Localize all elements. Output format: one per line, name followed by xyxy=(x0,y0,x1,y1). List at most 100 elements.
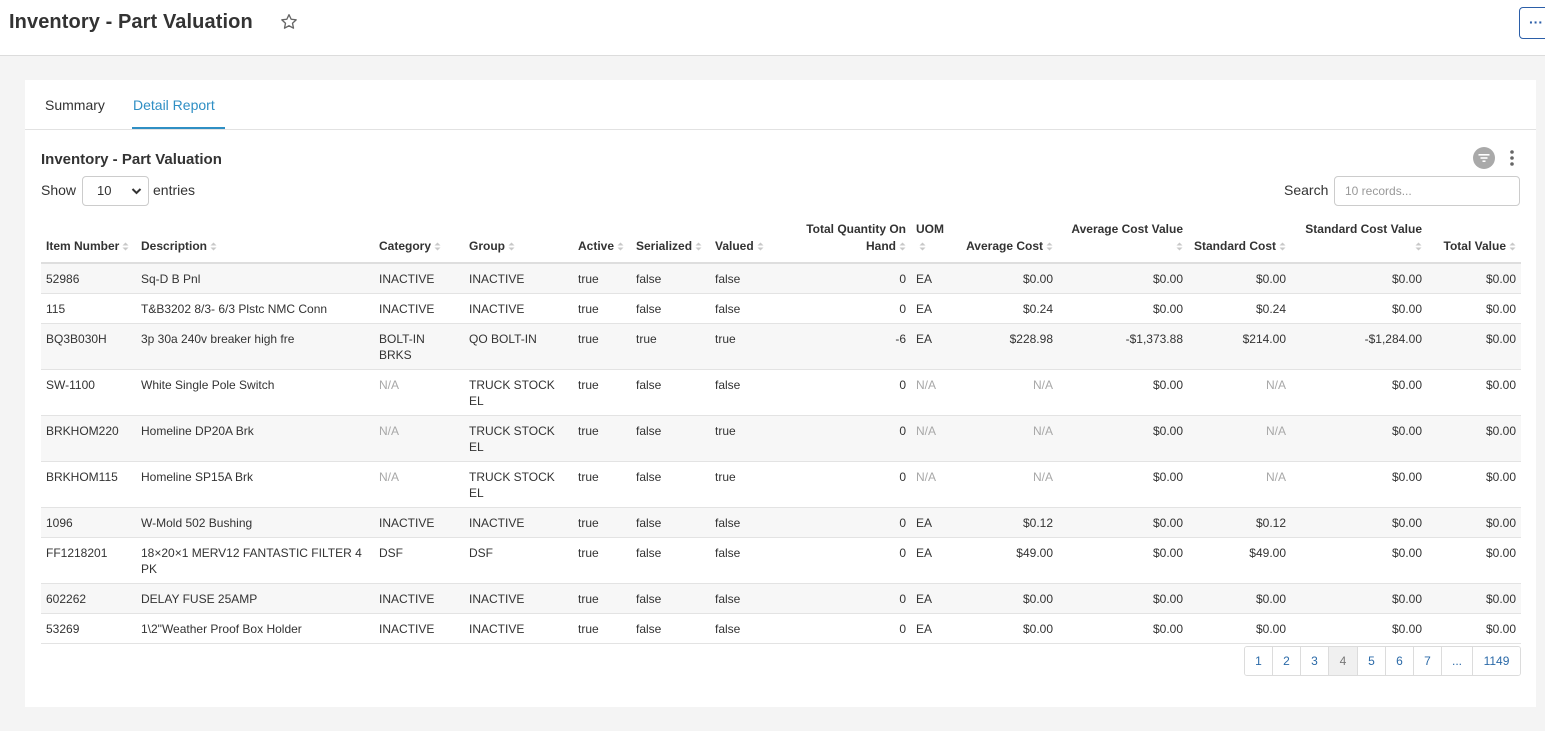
column-header[interactable]: Standard Cost xyxy=(1188,218,1291,264)
table-cell: -6 xyxy=(784,323,911,370)
table-cell: Homeline DP20A Brk xyxy=(136,415,374,462)
table-cell: $0.00 xyxy=(1427,461,1521,508)
table-row[interactable]: BQ3B030H 3p 30a 240v breaker high fre BOLT… xyxy=(41,323,1521,370)
table-cell: $0.12 xyxy=(956,507,1058,538)
page-button[interactable]: 7 xyxy=(1414,647,1442,675)
page-button[interactable]: 4 xyxy=(1329,647,1358,675)
tab-detail-report[interactable]: Detail Report xyxy=(133,97,215,113)
table-cell: $49.00 xyxy=(1188,537,1291,584)
table-row[interactable]: SW-1100 White Single Pole Switch N/A TRUCK … xyxy=(41,369,1521,416)
active-tab-indicator xyxy=(132,127,225,129)
search-input[interactable] xyxy=(1334,176,1520,206)
table-cell: 52986 xyxy=(41,263,136,294)
table-cell: INACTIVE xyxy=(374,263,464,294)
table-cell: INACTIVE xyxy=(464,613,573,644)
show-label: Show xyxy=(41,182,77,198)
star-icon[interactable] xyxy=(279,12,299,32)
column-header[interactable]: Total Quantity On Hand xyxy=(784,218,911,264)
table-cell: 0 xyxy=(784,293,911,324)
sort-icon xyxy=(1046,242,1053,251)
table-cell: N/A xyxy=(956,415,1058,462)
sort-icon xyxy=(210,242,217,251)
table-cell: false xyxy=(631,293,710,324)
column-header[interactable]: Serialized xyxy=(631,218,710,264)
table-cell: 0 xyxy=(784,507,911,538)
column-header[interactable]: Average Cost xyxy=(956,218,1058,264)
table-cell: 0 xyxy=(784,537,911,584)
column-header[interactable]: Group xyxy=(464,218,573,264)
table-cell: TRUCK STOCK EL xyxy=(464,369,573,416)
page-title: Inventory - Part Valuation xyxy=(9,11,253,33)
table-cell: DSF xyxy=(374,537,464,584)
entries-select-value: 10 xyxy=(97,183,112,198)
table-cell: true xyxy=(573,537,631,584)
table-cell: N/A xyxy=(911,369,956,416)
table-cell: INACTIVE xyxy=(374,613,464,644)
top-bar: Inventory - Part Valuation ··· xyxy=(0,0,1545,56)
table-row[interactable]: 115 T&B3202 8/3- 6/3 Plstc NMC Conn INACTI… xyxy=(41,293,1521,324)
page-button[interactable]: 3 xyxy=(1301,647,1329,675)
tab-summary[interactable]: Summary xyxy=(45,97,105,113)
column-header[interactable]: Active xyxy=(573,218,631,264)
table-cell: $0.00 xyxy=(1291,461,1427,508)
table-cell: QO BOLT-IN xyxy=(464,323,573,370)
table-row[interactable]: FF1218201 18×20×1 MERV12 FANTASTIC FILTER… xyxy=(41,537,1521,584)
table-cell: true xyxy=(573,369,631,416)
page-button[interactable]: 1149 xyxy=(1473,647,1520,675)
column-header[interactable]: Average Cost Value xyxy=(1058,218,1188,264)
table-cell: $0.00 xyxy=(1291,537,1427,584)
table-cell: $0.00 xyxy=(1058,461,1188,508)
table-row[interactable]: 53269 1\2"Weather Proof Box Holder INACTIV… xyxy=(41,613,1521,644)
table-cell: N/A xyxy=(374,461,464,508)
sort-icon xyxy=(617,242,624,251)
table-row[interactable]: 52986 Sq-D B Pnl INACTIVE INACTIVE true false… xyxy=(41,263,1521,294)
column-header-label: Valued xyxy=(715,239,754,253)
filter-icon[interactable] xyxy=(1473,147,1495,169)
table-cell: INACTIVE xyxy=(374,507,464,538)
table-cell: false xyxy=(710,613,784,644)
table-row[interactable]: BRKHOM115 Homeline SP15A Brk N/A TRUCK STOC… xyxy=(41,461,1521,508)
table-cell: White Single Pole Switch xyxy=(136,369,374,416)
page-button[interactable]: 2 xyxy=(1273,647,1301,675)
column-header[interactable]: Valued xyxy=(710,218,784,264)
table-cell: false xyxy=(710,263,784,294)
table-cell: false xyxy=(631,415,710,462)
entries-select[interactable]: 10 xyxy=(82,176,149,206)
column-header-label: Average Cost Value xyxy=(1071,222,1183,236)
column-header[interactable]: Category xyxy=(374,218,464,264)
table-cell: true xyxy=(573,613,631,644)
table-cell: $0.00 xyxy=(1427,263,1521,294)
page-button[interactable]: 6 xyxy=(1386,647,1414,675)
table-cell: EA xyxy=(911,583,956,614)
column-header[interactable]: Item Number xyxy=(41,218,136,264)
table-cell: $0.00 xyxy=(1188,583,1291,614)
table-cell: true xyxy=(573,293,631,324)
column-header-label: Serialized xyxy=(636,239,693,253)
table-header-row: Item Number Description Category Group Activ… xyxy=(41,218,1521,264)
kebab-menu-icon[interactable] xyxy=(1505,149,1519,167)
column-header[interactable]: Standard Cost Value xyxy=(1291,218,1427,264)
table-row[interactable]: BRKHOM220 Homeline DP20A Brk N/A TRUCK STOC… xyxy=(41,415,1521,462)
more-options-button[interactable]: ··· xyxy=(1519,7,1545,39)
column-header[interactable]: Description xyxy=(136,218,374,264)
table-cell: $0.00 xyxy=(1291,263,1427,294)
table-cell: true xyxy=(573,583,631,614)
table-cell: BRKHOM220 xyxy=(41,415,136,462)
table-cell: 0 xyxy=(784,613,911,644)
table-cell: N/A xyxy=(1188,461,1291,508)
table-cell: false xyxy=(631,263,710,294)
table-cell: $0.00 xyxy=(1427,369,1521,416)
tab-bar: Summary Detail Report xyxy=(25,80,1536,130)
column-header[interactable]: Total Value xyxy=(1427,218,1521,264)
table-row[interactable]: 602262 DELAY FUSE 25AMP INACTIVE INACTIVE tr… xyxy=(41,583,1521,614)
table-row[interactable]: 1096 W-Mold 502 Bushing INACTIVE INACTIVE tr… xyxy=(41,507,1521,538)
table-cell: $0.00 xyxy=(1058,293,1188,324)
page-button[interactable]: 5 xyxy=(1358,647,1386,675)
table-cell: false xyxy=(631,461,710,508)
page-button[interactable]: 1 xyxy=(1245,647,1273,675)
table-cell: 115 xyxy=(41,293,136,324)
column-header[interactable]: UOM xyxy=(911,218,956,264)
table-cell: false xyxy=(631,507,710,538)
table-cell: N/A xyxy=(1188,369,1291,416)
table-cell: TRUCK STOCK EL xyxy=(464,415,573,462)
